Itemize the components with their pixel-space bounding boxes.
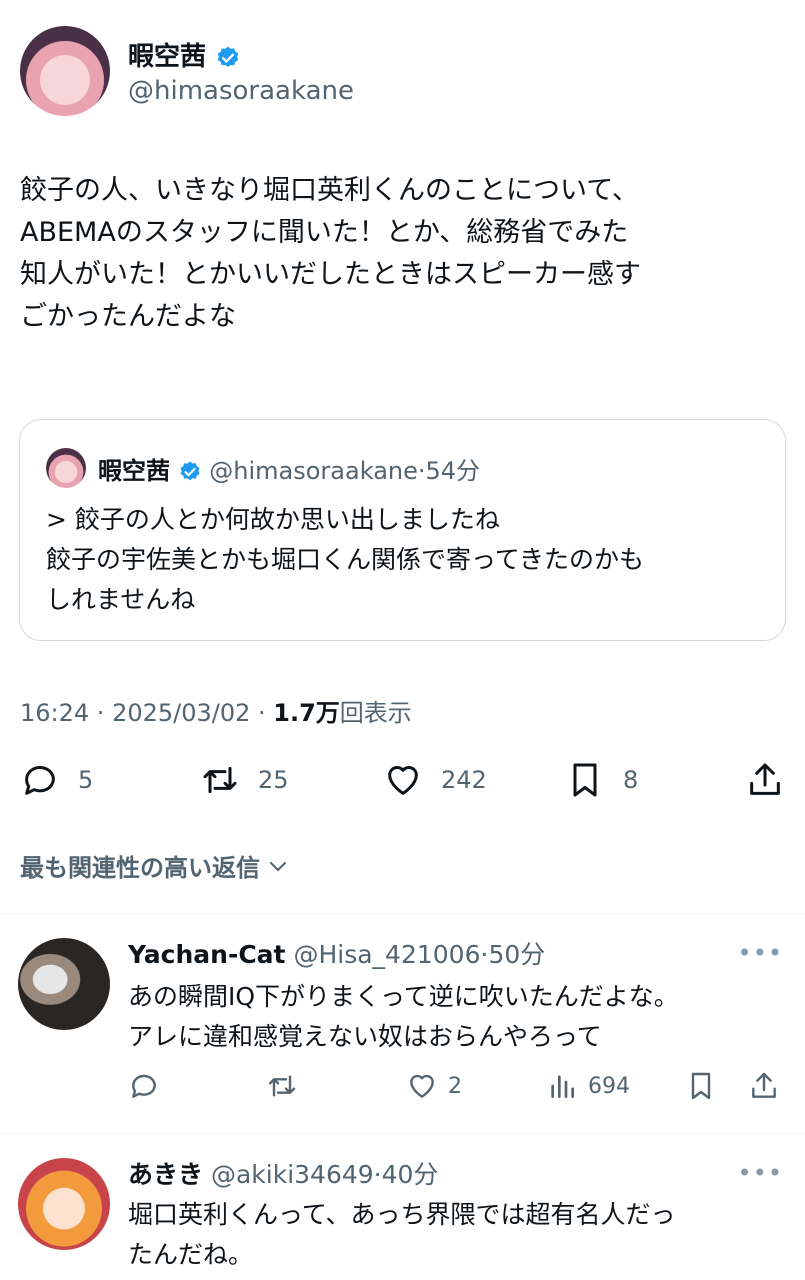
verified-badge-icon	[217, 46, 239, 67]
bookmark-icon	[573, 763, 597, 797]
quote-text: > 餃子の人とか何故か思い出しましたね 餃子の宇佐美とかも堀口くん関係で寄ってき…	[46, 505, 645, 614]
reply-share-button[interactable]	[748, 1066, 780, 1106]
reply-text: 堀口英利くんって、あっち界隈では超有名人だっ たんだね。	[128, 1200, 676, 1269]
retweet-count: 25	[258, 766, 289, 794]
retweet-icon	[203, 766, 237, 794]
reply-time: 40分	[381, 1160, 439, 1189]
tweet-action-bar: 5 25 242 8	[0, 755, 805, 805]
reply-header: Yachan-Cat @Hisa_421006·50分	[128, 940, 546, 969]
reply-like-count: 2	[448, 1073, 462, 1099]
tweet-text: 餃子の人、いきなり堀口英利くんのことについて、 ABEMAのスタッフに聞いた！と…	[20, 175, 641, 332]
tweet-time[interactable]: 16:24	[20, 699, 89, 727]
heart-icon	[388, 766, 418, 795]
reply-action-bar: 2 694	[128, 1066, 788, 1106]
tweet-meta: 16:24 · 2025/03/02 · 1.7万回表示	[20, 699, 412, 727]
more-options-icon[interactable]: •••	[738, 939, 783, 967]
share-icon	[750, 763, 780, 795]
bookmark-icon	[691, 1072, 711, 1100]
quote-author-name: 暇空茜	[98, 457, 170, 485]
verified-badge-icon	[180, 461, 200, 481]
bookmark-count: 8	[623, 766, 639, 794]
quoted-tweet[interactable]: 暇空茜 @himasoraakane·54分 > 餃子の人とか何故か思い出しまし…	[19, 419, 786, 641]
reply-text: あの瞬間IQ下がりまくって逆に吹いたんだよな。 アレに違和感覚えない奴はおらんや…	[128, 982, 679, 1051]
reply-bookmark-button[interactable]	[685, 1066, 717, 1106]
quote-author-handle: @himasoraakane	[209, 457, 418, 485]
chevron-down-icon	[270, 861, 286, 871]
reply-time: 50分	[488, 940, 546, 969]
reply-header: あきき @akiki34649·40分	[128, 1160, 439, 1189]
like-button[interactable]: 242	[383, 755, 487, 805]
reply-author-name[interactable]: Yachan-Cat	[128, 940, 286, 969]
reply-item[interactable]: Yachan-Cat @Hisa_421006·50分 ••• あの瞬間IQ下が…	[0, 913, 805, 1133]
reply-author-handle[interactable]: @Hisa_421006	[293, 940, 480, 969]
quote-time: 54分	[425, 457, 481, 485]
reply-avatar[interactable]	[18, 1158, 110, 1250]
reply-icon	[132, 1074, 156, 1098]
bookmark-button[interactable]: 8	[565, 755, 638, 805]
sort-label: 最も関連性の高い返信	[20, 854, 260, 882]
author-name[interactable]: 暇空茜	[128, 42, 206, 72]
retweet-button[interactable]: 25	[200, 755, 289, 805]
like-count: 242	[441, 766, 487, 794]
view-count: 1.7万	[273, 699, 340, 727]
more-options-icon[interactable]: •••	[738, 1159, 783, 1187]
analytics-icon	[551, 1075, 574, 1098]
reply-avatar[interactable]	[18, 938, 110, 1030]
author-avatar[interactable]	[20, 26, 110, 116]
view-label: 回表示	[339, 699, 412, 727]
reply-button[interactable]: 5	[20, 755, 93, 805]
heart-icon	[410, 1074, 434, 1098]
tweet-date[interactable]: 2025/03/02	[112, 699, 250, 727]
reply-view-count: 694	[588, 1073, 630, 1099]
reply-icon	[25, 766, 55, 795]
reply-count: 5	[78, 766, 94, 794]
author-handle[interactable]: @himasoraakane	[128, 76, 354, 106]
reply-reply-button[interactable]	[128, 1066, 160, 1106]
reply-item[interactable]: あきき @akiki34649·40分 ••• 堀口英利くんって、あっち界隈では…	[0, 1133, 805, 1280]
retweet-icon	[268, 1075, 296, 1097]
reply-views-button[interactable]: 694	[546, 1066, 630, 1106]
quote-header: 暇空茜 @himasoraakane·54分	[98, 457, 481, 485]
reply-author-name[interactable]: あきき	[128, 1160, 203, 1189]
reply-sort-selector[interactable]: 最も関連性の高い返信	[20, 848, 290, 883]
share-icon	[752, 1072, 776, 1098]
share-button[interactable]	[745, 755, 785, 805]
reply-retweet-button[interactable]	[266, 1066, 298, 1106]
reply-like-button[interactable]: 2	[406, 1066, 462, 1106]
reply-author-handle[interactable]: @akiki34649	[211, 1160, 374, 1189]
quote-avatar[interactable]	[46, 448, 86, 488]
